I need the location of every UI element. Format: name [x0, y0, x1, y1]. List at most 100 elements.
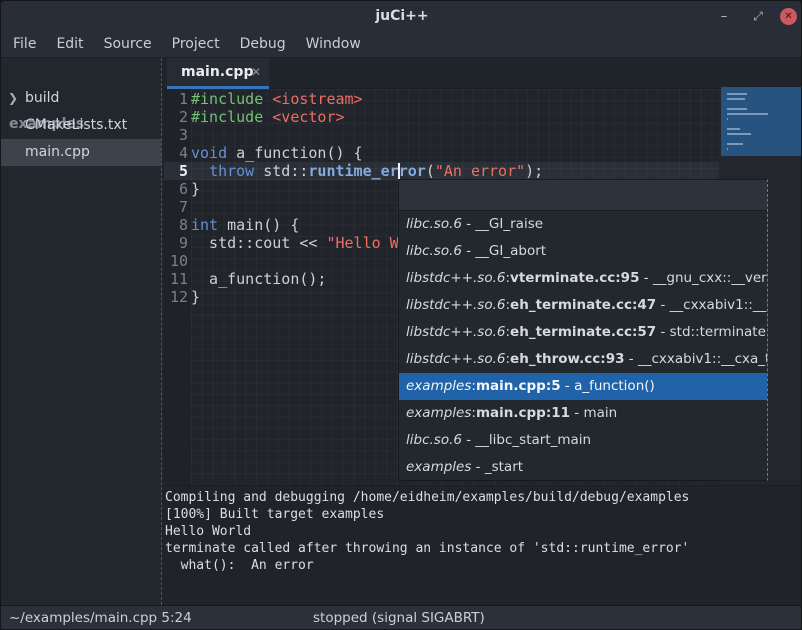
sidebar-item-cmakelists-txt[interactable]: CMakeLists.txt [1, 112, 161, 139]
menubar: FileEditSourceProjectDebugWindow [1, 31, 802, 58]
minimap-code-line [727, 133, 751, 135]
code-line-2: #include <vector> [191, 108, 345, 126]
minimap-code-line [727, 143, 743, 145]
line-number: 8 [164, 216, 188, 234]
frame-location: vterminate.cc:95 [510, 270, 639, 286]
sidebar-item-build[interactable]: ❯build [1, 85, 161, 112]
backtrace-popup: libc.so.6 - __GI_raiselibc.so.6 - __GI_a… [398, 179, 768, 481]
menu-window[interactable]: Window [296, 31, 371, 58]
pane-splitter[interactable] [161, 58, 162, 605]
line-number: 6 [164, 180, 188, 198]
code-token: runtime_error [308, 162, 425, 180]
statusbar: ~/examples/main.cpp 5:24 stopped (signal… [1, 605, 802, 630]
minimap-code-line [727, 113, 768, 115]
file-location: ~/examples/main.cpp 5:24 [9, 606, 192, 630]
backtrace-frame[interactable]: libstdc++.so.6:vterminate.cc:95 - __gnu_… [399, 265, 767, 292]
line-number: 4 [164, 144, 188, 162]
code-line-8: int main() { [191, 216, 299, 234]
minimap-code-line [727, 128, 740, 130]
backtrace-frame[interactable]: examples - _start [399, 454, 767, 481]
frame-library: examples [406, 459, 471, 475]
code-token: #include [191, 90, 263, 108]
close-icon[interactable]: ✕ [780, 8, 797, 25]
juci-window: juCi++ – ⤢ ✕ FileEditSourceProjectDebugW… [0, 0, 802, 630]
line-number: 10 [164, 252, 188, 270]
code-token: ( [426, 162, 435, 180]
code-token: std:: [254, 162, 308, 180]
code-line-9: std::cout << "Hello W [191, 234, 399, 252]
terminal-line: terminate called after throwing an insta… [165, 540, 689, 557]
minimap-code-line [727, 118, 728, 120]
frame-library: libstdc++.so.6 [406, 270, 505, 286]
code-token: std::cout << [191, 234, 326, 252]
code-token [263, 108, 272, 126]
code-token: a_function() { [227, 144, 362, 162]
menu-debug[interactable]: Debug [230, 31, 296, 58]
frame-library: examples [406, 405, 471, 421]
menu-edit[interactable]: Edit [46, 31, 93, 58]
menu-source[interactable]: Source [94, 31, 162, 58]
terminal-line: Hello World [165, 523, 251, 540]
code-token: <iostream> [272, 90, 362, 108]
build-terminal[interactable]: Compiling and debugging /home/eidheim/ex… [162, 485, 802, 605]
code-line-1: #include <iostream> [191, 90, 363, 108]
backtrace-frame[interactable]: examples:main.cpp:5 - a_function() [399, 373, 767, 400]
backtrace-popup-header [399, 180, 767, 211]
code-line-6: } [191, 180, 200, 198]
backtrace-frame[interactable]: examples:main.cpp:11 - main [399, 400, 767, 427]
frame-location: eh_terminate.cc:57 [510, 324, 656, 340]
close-tab-icon[interactable]: ✕ [251, 58, 261, 86]
titlebar: juCi++ – ⤢ ✕ [1, 1, 802, 31]
minimap-slider[interactable] [721, 87, 801, 156]
line-number: 12 [164, 288, 188, 306]
code-token: } [191, 288, 200, 306]
frame-library: libstdc++.so.6 [406, 297, 505, 313]
frame-location: eh_terminate.cc:47 [510, 297, 656, 313]
chevron-right-icon[interactable]: ❯ [8, 85, 18, 112]
tab-label: main.cpp [181, 58, 253, 86]
backtrace-frame[interactable]: libstdc++.so.6:eh_terminate.cc:57 - std:… [399, 319, 767, 346]
backtrace-frame[interactable]: libstdc++.so.6:eh_throw.cc:93 - __cxxabi… [399, 346, 767, 373]
minimap-code-line [727, 98, 745, 100]
window-controls: – ⤢ ✕ [712, 1, 797, 31]
line-number: 3 [164, 126, 188, 144]
sidebar-item-label: CMakeLists.txt [25, 112, 127, 139]
frame-location: main.cpp:11 [476, 405, 570, 421]
backtrace-frame[interactable]: libstdc++.so.6:eh_terminate.cc:47 - __cx… [399, 292, 767, 319]
terminal-line: Compiling and debugging /home/eidheim/ex… [165, 489, 689, 506]
maximize-icon[interactable]: ⤢ [746, 4, 770, 28]
sidebar-item-main-cpp[interactable]: main.cpp [1, 139, 161, 166]
code-token: <vector> [272, 108, 344, 126]
backtrace-frame[interactable]: libc.so.6 - __libc_start_main [399, 427, 767, 454]
menu-file[interactable]: File [3, 31, 46, 58]
code-token: #include [191, 108, 263, 126]
minimap-code-line [727, 93, 747, 95]
minimap-code-line [727, 148, 728, 150]
code-token: throw [209, 162, 254, 180]
code-line-4: void a_function() { [191, 144, 363, 162]
code-token: void [191, 144, 227, 162]
frame-library: libc.so.6 [406, 216, 462, 232]
line-number: 1 [164, 90, 188, 108]
line-number: 9 [164, 234, 188, 252]
code-token: main() { [218, 216, 299, 234]
minimize-icon[interactable]: – [712, 4, 736, 28]
code-token: a_function(); [191, 270, 326, 288]
tab-main-cpp[interactable]: main.cpp ✕ [167, 58, 269, 89]
code-line-12: } [191, 288, 200, 306]
tabbar: main.cpp ✕ [162, 58, 802, 89]
code-token: "An error" [435, 162, 525, 180]
code-token: ); [525, 162, 543, 180]
frame-library: libstdc++.so.6 [406, 351, 505, 367]
backtrace-frame[interactable]: libc.so.6 - __GI_raise [399, 211, 767, 238]
frame-library: libstdc++.so.6 [406, 324, 505, 340]
menu-project[interactable]: Project [162, 31, 230, 58]
code-token: "Hello W [326, 234, 398, 252]
minimap-code-line [727, 108, 747, 110]
text-cursor [398, 163, 400, 179]
code-token [191, 162, 209, 180]
backtrace-frame[interactable]: libc.so.6 - __GI_abort [399, 238, 767, 265]
terminal-line: [100%] Built target examples [165, 506, 384, 523]
code-token [263, 90, 272, 108]
line-number: 7 [164, 198, 188, 216]
